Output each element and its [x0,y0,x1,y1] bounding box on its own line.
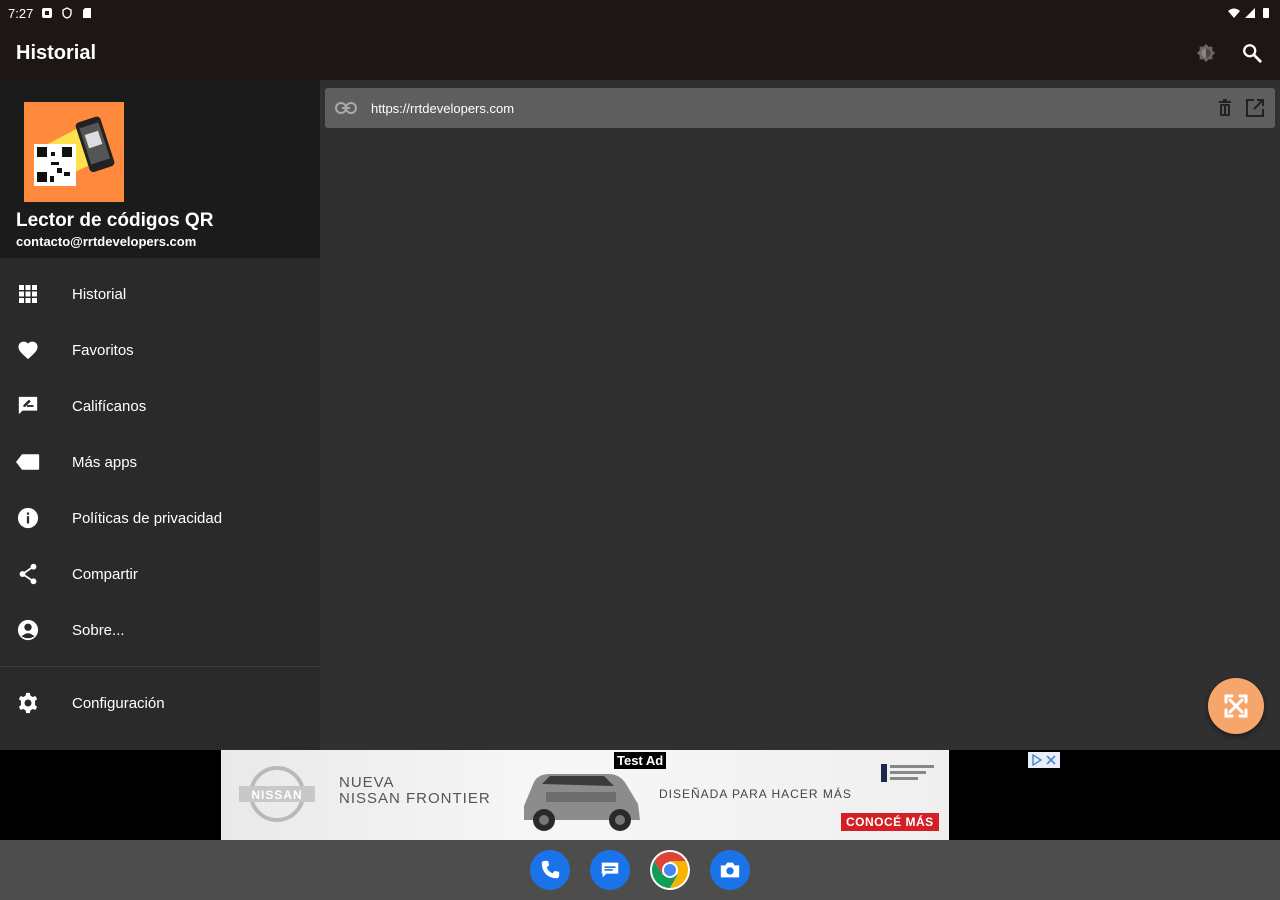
drawer-header: Lector de códigos QR contacto@rrtdevelop… [0,80,320,258]
navigation-drawer: Lector de códigos QR contacto@rrtdevelop… [0,80,320,750]
app-bar-actions [1194,41,1264,65]
heart-icon [16,338,40,362]
label-tag-icon [16,450,40,474]
ad-headline-line1: NUEVA [339,774,395,791]
menu-item-label: Favoritos [72,341,134,359]
intelligent-mobility-logo-icon [881,764,934,782]
app-bar: Historial [0,26,1280,80]
status-left: 7:27 [8,6,93,21]
scan-icon [1224,694,1248,718]
drawer-app-name: Lector de códigos QR [16,210,214,231]
ad-strip: NISSAN NUEVA NISSAN FRONTIER Test Ad DIS… [0,750,1280,840]
settings-icon [16,691,40,715]
camera-app-button[interactable] [710,850,750,890]
history-row[interactable]: https://rrtdevelopers.com [325,88,1275,128]
qr-scanner-logo-icon [24,102,124,202]
close-icon [1046,755,1056,765]
ad-cta-button[interactable]: CONOCÉ MÁS [841,813,939,831]
menu-item-label: Más apps [72,453,138,471]
menu-item-favoritos[interactable]: Favoritos [0,322,320,378]
search-icon [1243,44,1262,63]
history-url: https://rrtdevelopers.com [371,100,515,116]
drawer-menu: Historial Favoritos Califícanos Más apps [0,258,320,731]
dock-bar [0,840,1280,900]
menu-item-label: Compartir [72,565,138,583]
menu-item-label: Sobre... [72,621,125,639]
test-ad-badge: Test Ad [614,752,667,769]
phone-app-button[interactable] [530,850,570,890]
brightness-icon [1196,43,1216,63]
status-right [1228,7,1272,19]
nissan-logo-icon: NISSAN [239,766,315,822]
rate-review-icon [16,394,40,418]
menu-item-label: Califícanos [72,397,147,415]
menu-item-mas-apps[interactable]: Más apps [0,434,320,490]
wifi-icon [1228,8,1240,18]
menu-divider [0,666,320,667]
adchoices-button[interactable] [1028,752,1060,768]
page-title: Historial [16,41,97,64]
menu-item-configuracion[interactable]: Configuración [0,675,320,731]
link-icon [335,102,357,114]
menu-item-sobre[interactable]: Sobre... [0,602,320,658]
adchoices-icon [1032,754,1043,766]
theme-toggle-button[interactable] [1194,41,1218,65]
messages-app-button[interactable] [590,850,630,890]
menu-item-label: Políticas de privacidad [72,509,223,527]
app-logo [24,102,124,202]
account-circle-icon [16,618,40,642]
menu-item-label: Historial [72,285,127,303]
delete-icon[interactable] [1217,99,1233,117]
scan-fab-button[interactable] [1208,678,1264,734]
ad-headline: NUEVA NISSAN FRONTIER [339,775,491,807]
ad-banner[interactable]: NISSAN NUEVA NISSAN FRONTIER Test Ad DIS… [221,750,949,840]
grid-icon [16,282,40,306]
share-icon [16,562,40,586]
notification-icon [42,8,53,18]
battery-icon [1263,8,1269,18]
status-time: 7:27 [8,5,34,21]
menu-item-compartir[interactable]: Compartir [0,546,320,602]
history-row-actions [1217,98,1265,118]
shield-icon [62,7,73,19]
phone-icon [541,860,560,879]
menu-item-label: Configuración [72,694,165,712]
ad-tagline: DISEÑADA PARA HACER MÁS [659,787,852,801]
app-root: 7:27 Historial Lector de códigos QR cont… [0,0,1280,900]
menu-item-calificanos[interactable]: Califícanos [0,378,320,434]
history-content: https://rrtdevelopers.com [320,80,1280,750]
search-button[interactable] [1240,41,1264,65]
chrome-icon [651,852,689,888]
camera-icon [720,862,740,878]
menu-item-historial[interactable]: Historial [0,266,320,322]
messages-icon [601,862,619,878]
status-bar: 7:27 [0,0,1280,26]
chrome-app-button[interactable] [650,850,690,890]
drawer-email: contacto@rrtdevelopers.com [16,234,197,249]
ad-brand: NISSAN [251,788,302,802]
car-image [524,774,640,831]
menu-item-privacidad[interactable]: Políticas de privacidad [0,490,320,546]
info-icon [16,506,40,530]
open-external-icon[interactable] [1245,98,1265,118]
signal-icon [1245,8,1255,18]
sd-card-icon [83,8,92,18]
ad-headline-line2: NISSAN FRONTIER [339,790,491,807]
